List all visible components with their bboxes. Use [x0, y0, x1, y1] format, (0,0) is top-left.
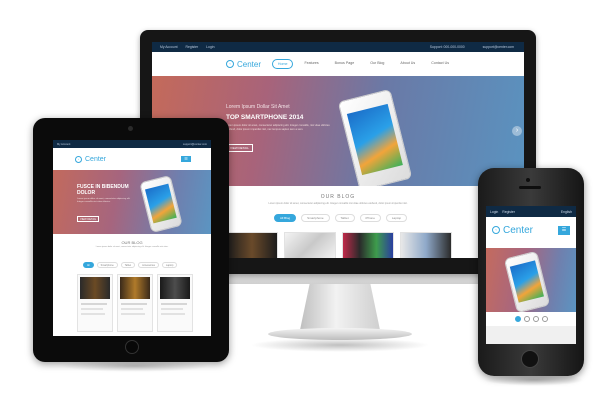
blog-card[interactable]	[77, 274, 113, 332]
tablet-menu-toggle-icon[interactable]: ☰	[181, 156, 191, 162]
tablet-blog-tab-all[interactable]: All	[83, 262, 94, 268]
blog-tab-iphone[interactable]: iPhone	[359, 214, 381, 222]
monitor-stand-neck	[300, 284, 380, 330]
phone-screen: Login Register English ‹ Center ☰	[486, 206, 576, 344]
tablet-hero-title: FUSCE IN BIBENDUM DOLOR	[77, 184, 129, 196]
tablet-hero-body: Lorem ipsum dolor sit amet, consectetur …	[77, 198, 131, 203]
blog-card[interactable]	[157, 274, 193, 332]
phone-menu-toggle-icon[interactable]: ☰	[558, 225, 570, 235]
site-logo-text: Center	[237, 59, 262, 69]
blog-thumbnail[interactable]	[400, 232, 452, 258]
hero-body: Lorem ipsum dolor sit amet, consectetur …	[226, 124, 330, 131]
logo-circle-icon: ‹	[492, 226, 500, 234]
menu-item-contact-us[interactable]: Contact Us	[426, 59, 454, 69]
tablet-hero-slider: FUSCE IN BIBENDUM DOLOR Lorem ipsum dolo…	[53, 170, 211, 234]
blog-card[interactable]	[117, 274, 153, 332]
tablet-blog-tab-tablet[interactable]: Tablet	[120, 262, 136, 268]
topbar-login-link[interactable]: Login	[206, 45, 214, 49]
blog-tab-laptop[interactable]: Laptop	[385, 214, 408, 222]
blog-filter-tabs: All Blog Smartphone Tablet iPhone Laptop	[274, 214, 408, 222]
tablet-topbar-account-link[interactable]: My Account	[57, 143, 70, 146]
phone-slider-pagination	[486, 316, 576, 322]
tablet-blog-tabs: All Smartphone Tablet Accessories Laptop	[83, 262, 178, 268]
tablet-camera	[128, 126, 133, 131]
tablet-site-logo-text: Center	[85, 155, 107, 163]
hero-title: Lorem Ipsum Dollar Sit Amet	[226, 104, 290, 110]
topbar-register-link[interactable]: Register	[186, 45, 199, 49]
phone-site-logo-text: Center	[503, 224, 534, 236]
main-menu: Home Features Bonus Page Our Blog About …	[271, 59, 454, 69]
blog-section-subtitle: Lorem ipsum dolor sit amet, consectetur …	[268, 202, 408, 205]
phone-site-logo[interactable]: ‹ Center	[492, 225, 533, 236]
tablet-topbar-email: support@center.com	[183, 142, 207, 146]
blog-tab-smartphone[interactable]: Smartphone	[301, 214, 330, 222]
tablet-home-button[interactable]	[125, 340, 139, 354]
tablet-blog-tab-laptop[interactable]: Laptop	[161, 262, 178, 268]
phone-speaker	[519, 186, 541, 189]
hero-smartphone-image	[337, 88, 413, 186]
phone-hero-slider	[486, 248, 576, 312]
tablet-site-logo[interactable]: ‹ Center	[75, 155, 107, 163]
blog-thumbnails	[226, 232, 452, 258]
menu-item-our-blog[interactable]: Our Blog	[365, 59, 389, 69]
phone-content-strip	[486, 326, 576, 344]
tablet-topbar: My Account support@center.com	[53, 140, 211, 148]
logo-circle-icon: ‹	[75, 155, 82, 163]
slider-dot[interactable]	[523, 316, 530, 322]
hero-view-detail-button[interactable]: VIEW DETAIL	[226, 144, 253, 152]
phone-topbar: Login Register English	[486, 206, 576, 217]
monitor-shadow	[250, 338, 430, 352]
logo-circle-icon: ‹	[226, 60, 234, 68]
tablet-screen: My Account support@center.com ‹ Center ☰…	[53, 140, 211, 336]
topbar-support-email: support@center.com	[482, 45, 514, 49]
menu-item-bonus-page[interactable]: Bonus Page	[330, 59, 360, 69]
tablet-navbar: ‹ Center ☰	[53, 148, 211, 170]
tablet-hero-smartphone-image	[139, 174, 183, 234]
tablet-hero-view-detail-button[interactable]: VIEW DETAIL	[77, 216, 100, 222]
slider-dot[interactable]	[541, 316, 548, 322]
menu-item-about-us[interactable]: About Us	[395, 59, 420, 69]
phone-register-link[interactable]: Register	[502, 210, 515, 214]
tablet-blog-tab-smartphone[interactable]: Smartphone	[96, 262, 118, 268]
blog-tab-all[interactable]: All Blog	[274, 214, 297, 222]
topbar-my-account-link[interactable]: My Account	[160, 45, 178, 49]
menu-item-home[interactable]: Home	[271, 59, 294, 69]
monitor-stand-foot	[268, 328, 412, 340]
monitor-topbar: My Account Register Login Support: 000-0…	[152, 42, 524, 52]
phone-login-link[interactable]: Login	[490, 210, 498, 214]
tablet-blog-title: OUR BLOG	[121, 240, 143, 245]
phone-home-button[interactable]	[521, 350, 539, 368]
site-logo[interactable]: ‹ Center	[226, 60, 261, 69]
slider-dot[interactable]	[514, 316, 521, 322]
phone-hero-smartphone-image	[503, 250, 551, 312]
blog-thumbnail[interactable]	[226, 232, 278, 258]
phone-camera	[526, 178, 530, 182]
tablet-blog-cards	[77, 274, 193, 332]
topbar-support-phone: Support: 000-000-0000	[429, 45, 465, 49]
phone-navbar: ‹ Center ☰	[486, 217, 576, 243]
phone-language-selector[interactable]: English	[561, 210, 572, 214]
tablet-blog-tab-accessories[interactable]: Accessories	[138, 262, 159, 268]
monitor-navbar: ‹ Center Home Features Bonus Page Our Bl…	[152, 52, 524, 77]
tablet-blog-subtitle: Lorem ipsum dolor sit amet, consectetur …	[95, 246, 169, 248]
blog-thumbnail[interactable]	[284, 232, 336, 258]
slider-dot[interactable]	[532, 316, 539, 322]
blog-tab-tablet[interactable]: Tablet	[334, 214, 355, 222]
blog-thumbnail[interactable]	[342, 232, 394, 258]
hero-subtitle: TOP SMARTPHONE 2014	[226, 114, 304, 121]
slider-next-arrow-icon[interactable]: ›	[512, 126, 522, 136]
menu-item-features[interactable]: Features	[299, 59, 323, 69]
